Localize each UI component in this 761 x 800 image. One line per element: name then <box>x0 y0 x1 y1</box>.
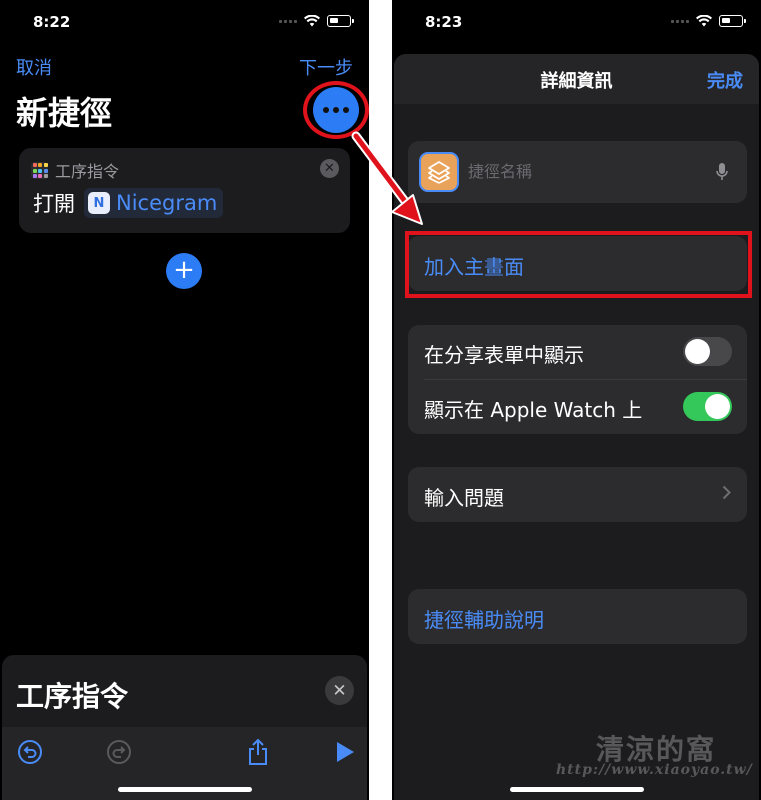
show-in-share-sheet-label: 在分享表單中顯示 <box>424 343 584 367</box>
run-button[interactable] <box>330 737 360 767</box>
action-card-body: 打開 N Nicegram <box>33 188 224 218</box>
more-options-button[interactable] <box>313 87 359 133</box>
show-in-share-sheet-row: 在分享表單中顯示 <box>408 325 747 380</box>
sheet-title: 工序指令 <box>16 680 129 713</box>
shortcut-icon-button[interactable] <box>419 152 459 192</box>
battery-icon <box>719 15 746 27</box>
shortcut-help-row[interactable]: 捷徑輔助說明 <box>408 589 747 644</box>
redo-button[interactable] <box>104 737 134 767</box>
watermark-url: http://www.xiaoyao.tw/ <box>556 762 753 778</box>
home-indicator <box>117 787 252 792</box>
status-time: 8:22 <box>33 13 71 31</box>
chevron-right-icon <box>722 485 731 500</box>
watermark: 清涼的窩 http://www.xiaoyao.tw/ <box>556 728 752 788</box>
input-question-label: 輸入問題 <box>424 486 504 510</box>
action-library-sheet: 工序指令 ✕ <box>2 655 367 800</box>
app-name: Nicegram <box>116 191 218 215</box>
battery-icon <box>327 15 354 27</box>
wifi-icon <box>304 15 320 27</box>
microphone-icon[interactable] <box>716 162 728 182</box>
status-bar: 8:22 <box>0 0 369 46</box>
add-action-button[interactable]: + <box>166 253 202 289</box>
action-card-header: 工序指令 <box>31 158 119 182</box>
action-verb: 打開 <box>33 192 75 216</box>
show-in-share-sheet-toggle[interactable] <box>683 337 732 366</box>
next-step-button[interactable]: 下一步 <box>299 54 353 80</box>
toggle-settings-group: 在分享表單中顯示 顯示在 Apple Watch 上 <box>408 325 747 434</box>
status-bar: 8:23 <box>392 0 761 46</box>
remove-action-button[interactable]: ✕ <box>320 159 339 178</box>
done-button[interactable]: 完成 <box>707 67 743 93</box>
close-sheet-button[interactable]: ✕ <box>325 676 354 705</box>
share-button[interactable] <box>243 737 273 767</box>
share-icon <box>249 738 267 765</box>
redo-icon <box>107 740 131 764</box>
action-category-label: 工序指令 <box>55 162 120 181</box>
scripting-grid-icon <box>31 161 48 179</box>
details-sheet: 詳細資訊 完成 加入主畫面 在分享表單中顯示 顯示在 Apple Watch 上 <box>394 54 759 800</box>
right-phone-screen: 8:23 詳細資訊 完成 加入主畫面 在分享表單中顯示 <box>392 0 761 800</box>
show-on-apple-watch-label: 顯示在 Apple Watch 上 <box>424 398 643 422</box>
annotation-highlight-box <box>405 231 752 298</box>
details-title: 詳細資訊 <box>540 71 613 92</box>
layers-icon <box>428 161 450 184</box>
action-card[interactable]: 工序指令 ✕ 打開 N Nicegram <box>19 148 350 233</box>
cancel-button[interactable]: 取消 <box>16 54 52 80</box>
page-title: 新捷徑 <box>16 94 113 132</box>
shortcut-name-input[interactable] <box>468 153 698 189</box>
status-time: 8:23 <box>425 13 463 31</box>
cellular-signal-icon <box>279 19 297 23</box>
undo-icon <box>18 740 42 764</box>
show-on-apple-watch-toggle[interactable] <box>683 392 732 421</box>
nicegram-app-icon: N <box>88 192 110 214</box>
undo-button[interactable] <box>15 737 45 767</box>
details-header: 詳細資訊 完成 <box>394 54 759 104</box>
app-parameter-token[interactable]: N Nicegram <box>84 188 224 218</box>
play-icon <box>337 742 354 762</box>
shortcut-help-label: 捷徑輔助說明 <box>424 608 544 632</box>
cellular-signal-icon <box>671 19 689 23</box>
shortcut-name-row <box>408 141 747 203</box>
input-question-row[interactable]: 輸入問題 <box>408 467 747 522</box>
show-on-apple-watch-row: 顯示在 Apple Watch 上 <box>408 380 747 434</box>
wifi-icon <box>696 15 712 27</box>
left-phone-screen: 8:22 取消 下一步 新捷徑 工序指令 ✕ 打開 N Nicegram + 工… <box>0 0 369 800</box>
